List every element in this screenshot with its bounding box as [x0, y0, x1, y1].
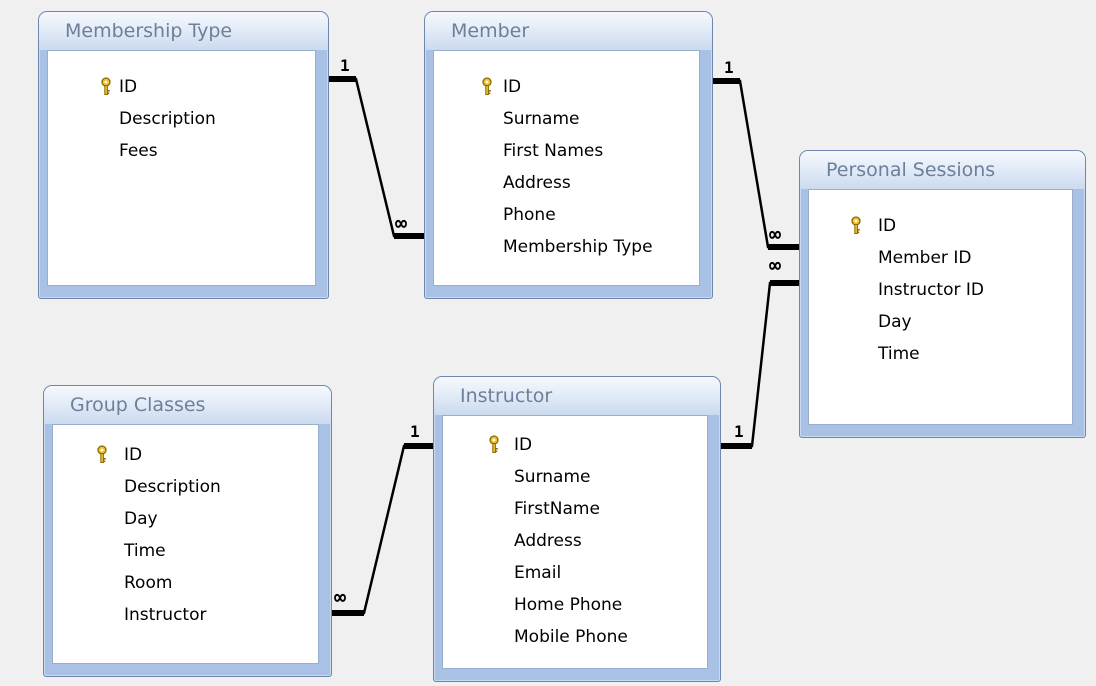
- cardinality-many-label: ∞: [334, 585, 347, 609]
- table-personal-sessions[interactable]: Personal Sessions ID Member ID Instructo…: [799, 150, 1086, 438]
- field-item[interactable]: Email: [514, 563, 561, 583]
- table-group-classes[interactable]: Group Classes ID Description Day Time Ro…: [43, 385, 332, 677]
- relationship-instructor-personalsessions[interactable]: [720, 280, 800, 449]
- field-item[interactable]: Day: [124, 509, 158, 529]
- field-item[interactable]: ID: [124, 445, 142, 465]
- field-item[interactable]: ID: [514, 435, 532, 455]
- table-member[interactable]: Member ID Surname First Names Address Ph…: [424, 11, 713, 299]
- field-item[interactable]: Address: [503, 173, 571, 193]
- field-item[interactable]: ID: [878, 216, 896, 236]
- field-item[interactable]: Day: [878, 312, 912, 332]
- field-item[interactable]: Surname: [503, 109, 579, 129]
- cardinality-many-label: ∞: [395, 211, 408, 235]
- field-item[interactable]: Address: [514, 531, 582, 551]
- key-icon: [97, 445, 107, 463]
- table-title[interactable]: Member: [425, 12, 712, 50]
- field-item[interactable]: Membership Type: [503, 237, 653, 257]
- relationship-member-personalsessions[interactable]: [712, 78, 800, 250]
- field-item[interactable]: Description: [119, 109, 216, 129]
- key-icon: [101, 77, 111, 95]
- table-title[interactable]: Group Classes: [44, 386, 331, 424]
- field-list[interactable]: ID Surname First Names Address Phone Mem…: [433, 50, 700, 286]
- key-icon: [851, 216, 861, 234]
- field-item[interactable]: Member ID: [878, 248, 971, 268]
- key-icon: [482, 77, 492, 95]
- cardinality-one-label: 1: [724, 58, 734, 77]
- relationship-instructor-groupclasses[interactable]: [332, 443, 434, 616]
- field-item[interactable]: Fees: [119, 141, 158, 161]
- field-item[interactable]: Instructor ID: [878, 280, 984, 300]
- field-list[interactable]: ID Member ID Instructor ID Day Time: [808, 189, 1073, 425]
- cardinality-many-label: ∞: [769, 253, 782, 277]
- cardinality-one-label: 1: [340, 56, 350, 75]
- relationship-membershiptype-member[interactable]: [328, 76, 425, 239]
- field-item[interactable]: Time: [878, 344, 920, 364]
- field-item[interactable]: Description: [124, 477, 221, 497]
- field-item[interactable]: Time: [124, 541, 166, 561]
- field-list[interactable]: ID Surname FirstName Address Email Home …: [442, 415, 708, 669]
- table-instructor[interactable]: Instructor ID Surname FirstName Address …: [433, 376, 721, 682]
- field-item[interactable]: ID: [119, 77, 137, 97]
- key-icon: [489, 435, 499, 453]
- field-item[interactable]: Surname: [514, 467, 590, 487]
- table-title[interactable]: Personal Sessions: [800, 151, 1085, 189]
- cardinality-one-label: 1: [410, 422, 420, 441]
- field-list[interactable]: ID Description Fees: [47, 50, 316, 286]
- cardinality-many-label: ∞: [769, 222, 782, 246]
- table-title[interactable]: Instructor: [434, 377, 720, 415]
- field-item[interactable]: FirstName: [514, 499, 600, 519]
- field-item[interactable]: Instructor: [124, 605, 206, 625]
- field-list[interactable]: ID Description Day Time Room Instructor: [52, 424, 319, 664]
- field-item[interactable]: First Names: [503, 141, 603, 161]
- table-membership-type[interactable]: Membership Type ID Description Fees: [38, 11, 329, 299]
- field-item[interactable]: ID: [503, 77, 521, 97]
- field-item[interactable]: Mobile Phone: [514, 627, 628, 647]
- field-item[interactable]: Room: [124, 573, 172, 593]
- cardinality-one-label: 1: [734, 422, 744, 441]
- field-item[interactable]: Home Phone: [514, 595, 622, 615]
- field-item[interactable]: Phone: [503, 205, 556, 225]
- table-title[interactable]: Membership Type: [39, 12, 328, 50]
